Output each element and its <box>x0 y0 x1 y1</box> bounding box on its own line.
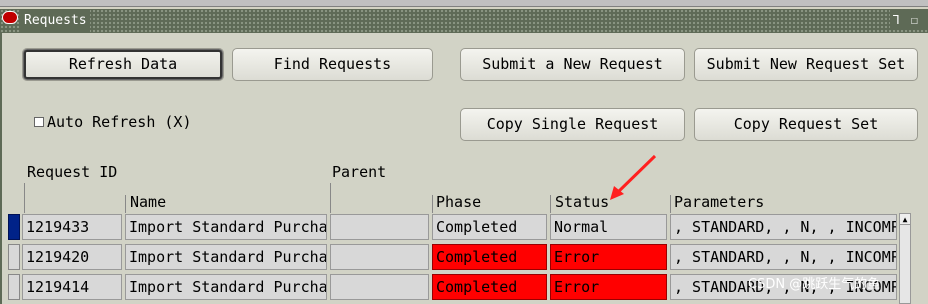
oracle-window-icon <box>2 11 18 24</box>
cell-parent[interactable] <box>330 244 429 270</box>
header-divider <box>330 183 331 213</box>
col-header-request-id: Request ID <box>27 163 118 181</box>
row-selector[interactable] <box>8 274 20 300</box>
cell-parameters[interactable]: , STANDARD, , N, , INCOMPLETE <box>670 244 897 270</box>
cell-name[interactable]: Import Standard Purcha <box>125 244 327 270</box>
submit-new-request-button[interactable]: Submit a New Request <box>460 48 685 81</box>
vertical-scrollbar[interactable] <box>899 213 911 304</box>
row-selector[interactable] <box>8 214 20 240</box>
cell-status[interactable]: Normal <box>550 214 667 240</box>
window-title: Requests <box>21 9 90 33</box>
header-divider <box>550 195 551 213</box>
cell-parent[interactable] <box>330 274 429 300</box>
refresh-data-button[interactable]: Refresh Data <box>22 48 224 81</box>
header-divider <box>125 195 126 213</box>
copy-single-request-button[interactable]: Copy Single Request <box>460 108 685 141</box>
col-header-parent: Parent <box>332 163 387 181</box>
cell-request-id[interactable]: 1219414 <box>22 274 122 300</box>
cell-phase[interactable]: Completed <box>432 274 547 300</box>
cell-request-id[interactable]: 1219433 <box>22 214 122 240</box>
header-divider <box>24 183 25 213</box>
cell-request-id[interactable]: 1219420 <box>22 244 122 270</box>
scroll-up-icon[interactable]: ▲ <box>899 213 911 225</box>
find-requests-button[interactable]: Find Requests <box>232 48 433 81</box>
col-header-phase: Phase <box>436 193 482 211</box>
submit-new-request-set-button[interactable]: Submit New Request Set <box>694 48 918 81</box>
header-divider <box>432 195 433 213</box>
cell-status[interactable]: Error <box>550 274 667 300</box>
copy-request-set-button[interactable]: Copy Request Set <box>694 108 918 141</box>
cell-parameters[interactable]: , STANDARD, , N, , INCOMPLETE <box>670 214 897 240</box>
cell-phase[interactable]: Completed <box>432 244 547 270</box>
cell-name[interactable]: Import Standard Purcha <box>125 214 327 240</box>
title-bar <box>0 9 928 33</box>
auto-refresh-label: Auto Refresh (X) <box>47 113 192 131</box>
auto-refresh-checkbox[interactable] <box>34 117 44 127</box>
watermark: CSDN @跳跃生气的鱼 <box>748 277 881 292</box>
window-controls[interactable]: ⅂ ☐ ✕ <box>890 10 928 47</box>
top-strip <box>0 0 928 7</box>
row-selector[interactable] <box>8 244 20 270</box>
header-divider <box>670 195 671 213</box>
cell-phase[interactable]: Completed <box>432 214 547 240</box>
col-header-name: Name <box>130 193 167 211</box>
cell-status[interactable]: Error <box>550 244 667 270</box>
col-header-parameters: Parameters <box>674 193 765 211</box>
cell-name[interactable]: Import Standard Purcha <box>125 274 327 300</box>
red-arrow-annotation <box>610 154 657 200</box>
cell-parent[interactable] <box>330 214 429 240</box>
